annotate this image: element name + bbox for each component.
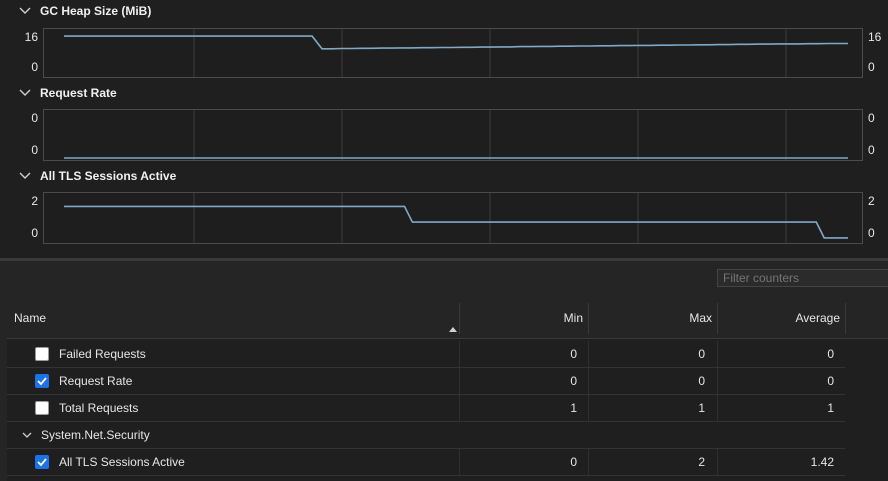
cell-separator (717, 341, 718, 367)
cell-separator (459, 395, 460, 421)
chart-plot-area (43, 192, 863, 244)
chart-header[interactable]: Request Rate (18, 84, 117, 102)
y-axis-max-label-left: 2 (31, 194, 38, 208)
cell-max: 0 (698, 347, 705, 361)
cell-average: 0 (827, 347, 834, 361)
cell-separator (717, 449, 718, 475)
cell-separator (459, 449, 460, 475)
chart-title: Request Rate (40, 86, 117, 100)
column-header-max[interactable]: Max (597, 299, 712, 338)
counter-checkbox[interactable] (35, 374, 49, 388)
cell-separator (459, 368, 460, 394)
group-name: System.Net.Security (41, 428, 150, 442)
column-separator[interactable] (717, 303, 718, 334)
column-separator[interactable] (459, 303, 460, 334)
counter-name: Request Rate (59, 374, 133, 388)
series-line (64, 205, 848, 239)
check-icon (37, 377, 47, 386)
filter-counters-input[interactable] (717, 269, 888, 287)
table-row[interactable]: All TLS Sessions Active 0 2 1.42 (7, 449, 845, 476)
cell-separator (588, 395, 589, 421)
line-chart-svg (64, 110, 848, 160)
table-row[interactable]: Failed Requests 0 0 0 (7, 341, 845, 368)
cell-separator (588, 368, 589, 394)
counter-name: Total Requests (59, 401, 139, 415)
y-axis-min-label-right: 0 (868, 60, 875, 74)
chart-plot-area (43, 28, 863, 78)
series-line (64, 35, 848, 50)
counter-name: All TLS Sessions Active (59, 455, 185, 469)
counter-name: Failed Requests (59, 347, 146, 361)
group-row[interactable]: System.Net.Security (7, 422, 845, 449)
sort-ascending-icon (449, 327, 457, 332)
y-axis-min-label-right: 0 (868, 143, 875, 157)
line-chart-svg (64, 29, 848, 77)
y-axis-max-label-right: 16 (868, 30, 882, 44)
y-axis-min-label-left: 0 (31, 60, 38, 74)
column-header-min[interactable]: Min (467, 299, 583, 338)
counters-grid: Name Min Max Average Failed Requests 0 0 0 R… (7, 299, 888, 481)
y-axis-min-label-left: 0 (31, 143, 38, 157)
cell-min: 0 (570, 455, 577, 469)
cell-min: 0 (570, 374, 577, 388)
y-axis-min-label-right: 0 (868, 226, 875, 240)
cell-separator (717, 395, 718, 421)
y-axis-min-label-left: 0 (31, 226, 38, 240)
cell-average: 0 (827, 374, 834, 388)
cell-average: 1 (827, 401, 834, 415)
cell-average: 1.42 (810, 455, 834, 469)
cell-min: 0 (570, 347, 577, 361)
chevron-down-icon (19, 172, 31, 179)
y-axis-max-label-right: 2 (868, 194, 875, 208)
cell-separator (459, 341, 460, 367)
column-header-name[interactable]: Name (14, 299, 454, 338)
y-axis-max-label-left: 16 (24, 30, 38, 44)
chart-header[interactable]: All TLS Sessions Active (18, 167, 176, 185)
counter-checkbox[interactable] (35, 455, 49, 469)
column-separator[interactable] (588, 303, 589, 334)
chevron-down-icon[interactable] (21, 429, 33, 441)
counter-checkbox[interactable] (35, 347, 49, 361)
cell-min: 1 (570, 401, 577, 415)
chart-title: GC Heap Size (MiB) (40, 4, 152, 18)
column-header-average[interactable]: Average (723, 299, 840, 338)
cell-max: 0 (698, 374, 705, 388)
chart-header[interactable]: GC Heap Size (MiB) (18, 2, 151, 20)
cell-separator (588, 449, 589, 475)
cell-max: 1 (698, 401, 705, 415)
cell-separator (588, 341, 589, 367)
grid-header: Name Min Max Average (7, 299, 888, 339)
line-chart-svg (64, 193, 848, 243)
chart-title: All TLS Sessions Active (40, 169, 177, 183)
y-axis-max-label-right: 0 (868, 111, 875, 125)
chevron-down-icon (19, 89, 31, 96)
counter-checkbox[interactable] (35, 401, 49, 415)
chevron-down-icon (19, 7, 31, 14)
check-icon (37, 458, 47, 467)
table-row[interactable]: Total Requests 1 1 1 (7, 395, 845, 422)
y-axis-max-label-left: 0 (31, 111, 38, 125)
column-separator[interactable] (845, 303, 846, 334)
table-row[interactable]: Request Rate 0 0 0 (7, 368, 845, 395)
cell-max: 2 (698, 455, 705, 469)
cell-separator (717, 368, 718, 394)
chart-plot-area (43, 109, 863, 161)
charts-panel: GC Heap Size (MiB) 16 0 16 0 Request Rate 0 0 0 0… (0, 0, 888, 258)
